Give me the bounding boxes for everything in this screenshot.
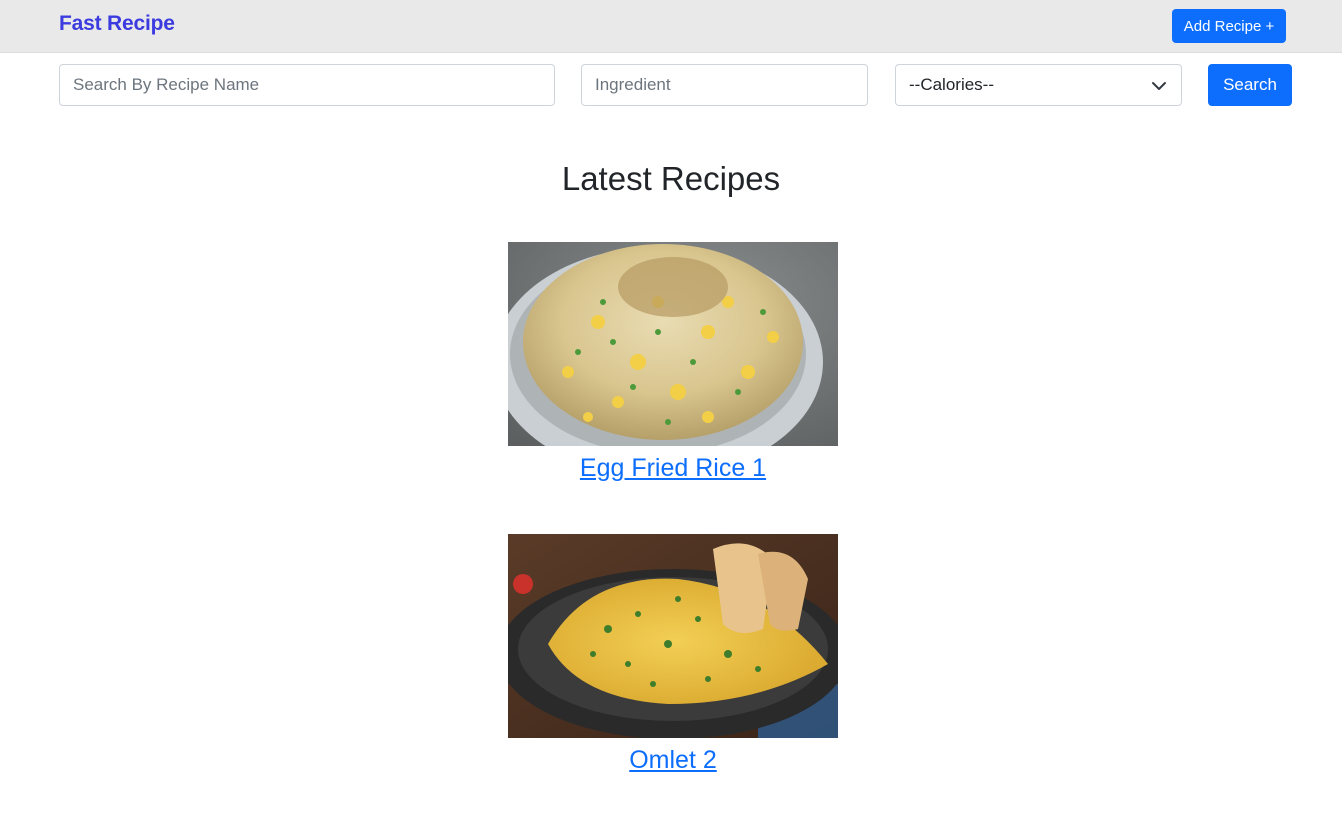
recipe-card: Egg Fried Rice 1: [508, 242, 838, 483]
navbar: Fast Recipe Add Recipe +: [0, 0, 1342, 53]
add-recipe-button[interactable]: Add Recipe +: [1172, 9, 1286, 43]
recipe-card: Omlet 2: [508, 534, 838, 775]
page-title: Latest Recipes: [561, 160, 781, 197]
ingredient-input[interactable]: [581, 64, 868, 106]
calories-select-value: --Calories--: [909, 75, 994, 94]
brand-link[interactable]: Fast Recipe: [59, 12, 175, 36]
recipe-title-link[interactable]: Egg Fried Rice 1: [508, 454, 838, 483]
recipe-title-link[interactable]: Omlet 2: [508, 746, 838, 775]
recipe-image[interactable]: [508, 242, 838, 446]
calories-select[interactable]: --Calories--: [895, 64, 1182, 106]
search-button[interactable]: Search: [1208, 64, 1292, 106]
chevron-down-icon: [1152, 82, 1166, 90]
recipe-image[interactable]: [508, 534, 838, 738]
search-name-input[interactable]: [59, 64, 555, 106]
